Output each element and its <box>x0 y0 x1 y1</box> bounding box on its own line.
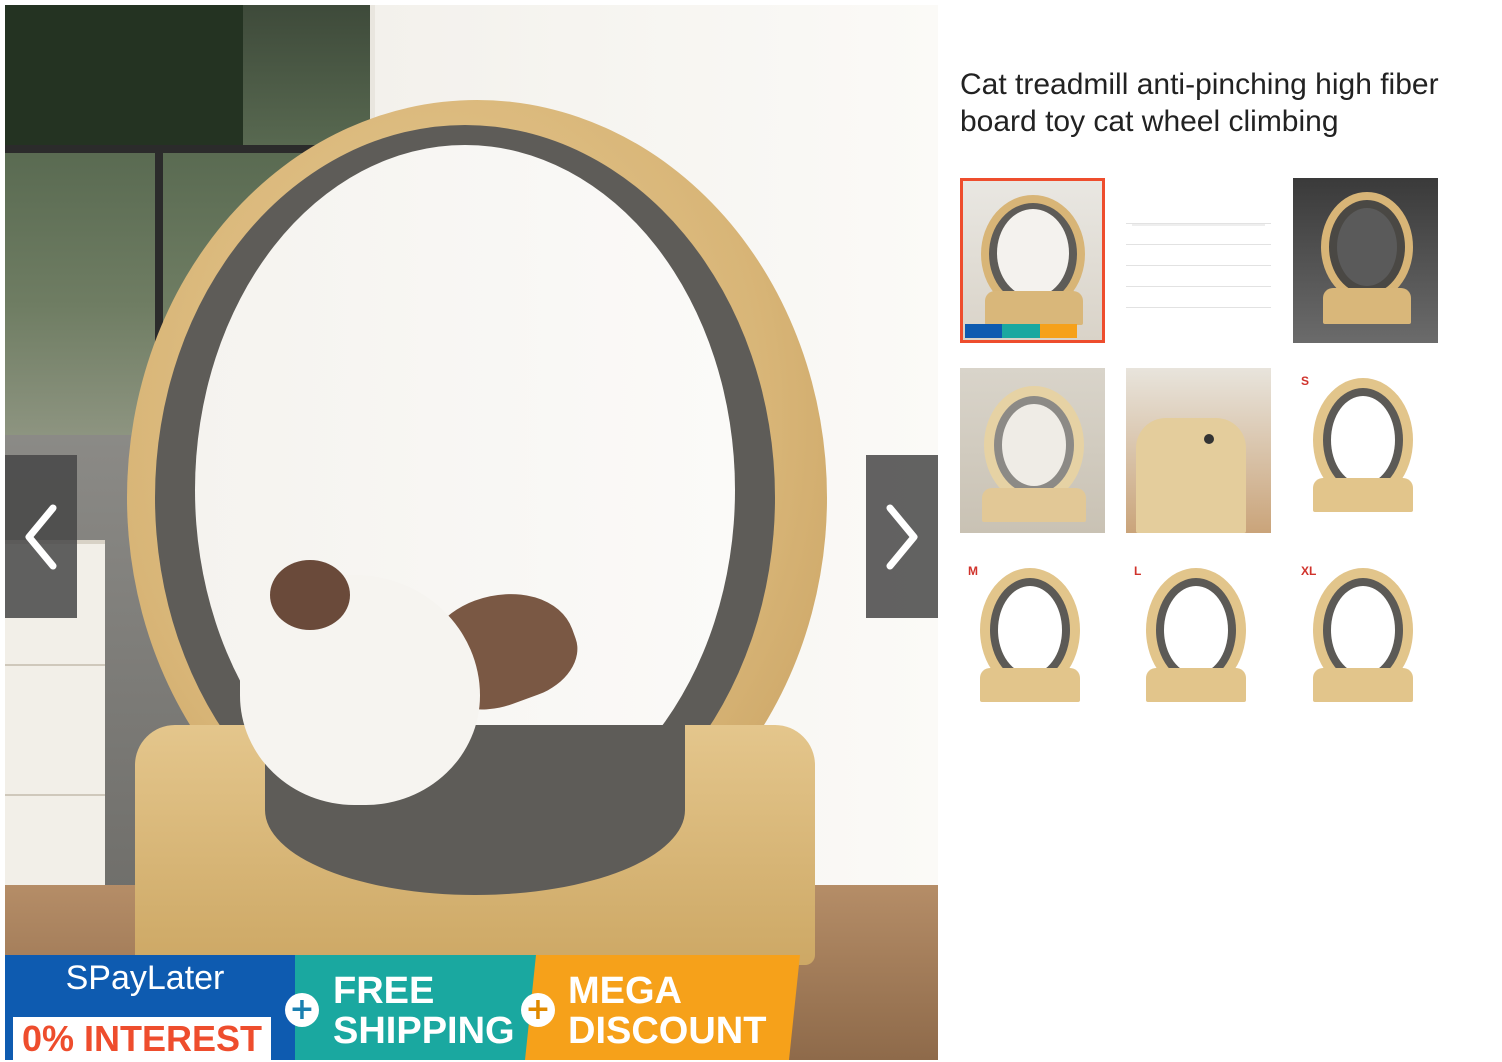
next-image-button[interactable] <box>866 455 938 618</box>
shipping-label: SHIPPING <box>333 1010 515 1052</box>
previous-image-button[interactable] <box>5 455 77 618</box>
free-label: FREE <box>333 970 435 1012</box>
thumbnail-1[interactable] <box>960 178 1105 343</box>
cat-head <box>270 560 350 630</box>
thumbnail-4[interactable] <box>960 368 1105 533</box>
chevron-right-icon <box>886 504 918 569</box>
main-product-image[interactable] <box>5 5 938 1060</box>
chevron-left-icon <box>25 504 57 569</box>
mega-label: MEGA <box>568 970 682 1012</box>
thumbnail-3[interactable] <box>1293 178 1438 343</box>
thumbnail-size-m[interactable]: M <box>960 558 1105 723</box>
plus-icon: + <box>285 993 319 1027</box>
spaylater-segment: SPayLater 0% INTEREST <box>5 955 305 1060</box>
spaylater-label: SPayLater <box>65 959 225 997</box>
thumbnail-promo-strip <box>965 324 1077 338</box>
size-label-l: L <box>1134 564 1142 578</box>
size-label-xl: XL <box>1301 564 1317 578</box>
discount-label: DISCOUNT <box>568 1010 767 1052</box>
mega-discount-label: MEGA DISCOUNT <box>568 971 766 1051</box>
promo-banner: SPayLater 0% INTEREST + + FREE SHIPPING … <box>5 955 938 1060</box>
free-shipping-label: FREE SHIPPING <box>333 971 515 1051</box>
thumbnail-size-xl[interactable]: XL <box>1293 558 1438 723</box>
thumbnail-2[interactable] <box>1126 178 1271 343</box>
thumbnail-5[interactable] <box>1126 368 1271 533</box>
interest-label: 0% INTEREST <box>13 1017 271 1060</box>
product-photo-scene <box>5 5 938 1060</box>
dark-overlay-box <box>5 5 243 145</box>
thumbnail-size-l[interactable]: L <box>1126 558 1271 723</box>
product-title: Cat treadmill anti-pinching high fiber b… <box>960 68 1439 138</box>
size-label-s: S <box>1301 374 1310 388</box>
thumbnail-size-s[interactable]: S <box>1293 368 1438 533</box>
size-label-m: M <box>968 564 978 578</box>
plus-icon: + <box>521 993 555 1027</box>
